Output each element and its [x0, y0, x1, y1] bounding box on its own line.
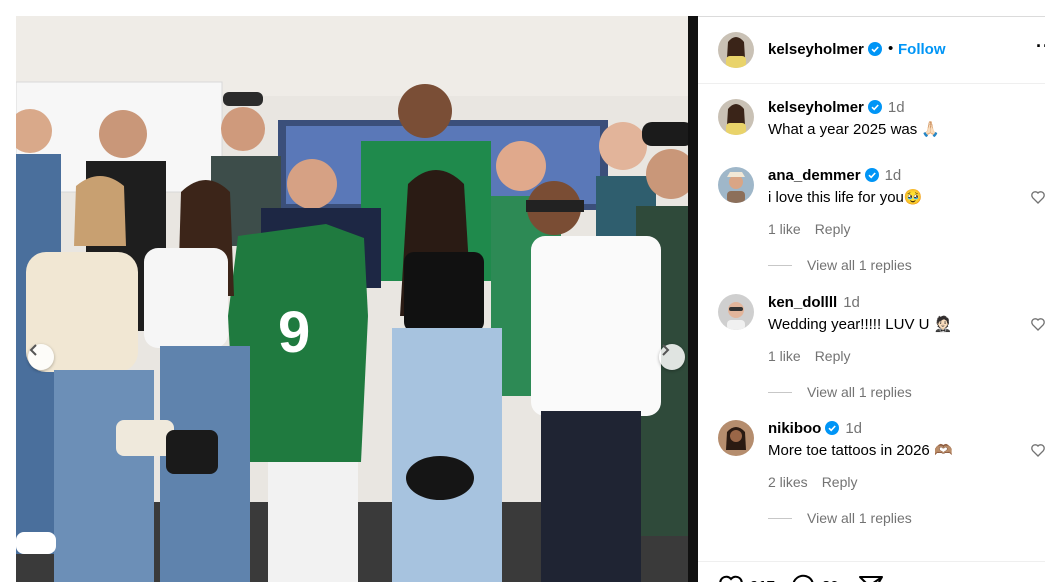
comment-text: Wedding year!!!!! LUV U 🤵🏻 [768, 315, 952, 333]
comment-meta: 1 like Reply [768, 221, 864, 237]
comment-count: 20 [822, 578, 839, 582]
comment-username[interactable]: kelseyholmer 1d [768, 99, 905, 116]
author-username-text: kelseyholmer [768, 41, 864, 58]
heart-icon[interactable] [1030, 316, 1045, 332]
comment-username[interactable]: nikiboo 1d [768, 420, 862, 437]
comment-likes[interactable]: 1 like [768, 221, 801, 237]
comment-emoji: 🥹 [903, 189, 923, 206]
previous-photo-button[interactable] [28, 344, 54, 370]
comment-time: 1d [845, 420, 863, 437]
view-replies-label: View all 1 replies [807, 257, 912, 273]
comment-emoji: 🤵🏻 [933, 316, 953, 333]
group-photo-illustration: 9 [16, 16, 698, 582]
view-replies-button[interactable]: View all 1 replies [768, 384, 912, 400]
chevron-right-icon [662, 344, 670, 356]
post-header: kelseyholmer • Follow ··· [698, 16, 1045, 84]
commenter-avatar[interactable] [718, 167, 754, 203]
comment-text: What a year 2025 was 🙏🏻 [768, 120, 940, 138]
comment-text: More toe tattoos in 2026 🫶🏽 [768, 441, 953, 459]
share-icon [859, 576, 883, 582]
comment-likes[interactable]: 1 like [768, 348, 801, 364]
like-button[interactable]: 917 [718, 574, 775, 582]
post-photo[interactable]: 9 [16, 16, 698, 582]
author-avatar[interactable] [718, 32, 754, 68]
comment-username[interactable]: ken_dollll 1d [768, 294, 860, 311]
action-bar: 917 20 [698, 561, 1045, 582]
comment-meta: 1 like Reply [768, 348, 864, 364]
more-options-button[interactable]: ··· [1036, 36, 1045, 57]
comment-time: 1d [843, 294, 860, 311]
view-replies-label: View all 1 replies [807, 510, 912, 526]
comment-emoji: 🫶🏽 [933, 442, 953, 459]
header-separator: • [888, 40, 894, 57]
view-replies-label: View all 1 replies [807, 384, 912, 400]
verified-icon [864, 168, 879, 182]
verified-icon [867, 100, 882, 114]
comment-time: 1d [884, 167, 902, 184]
caption-avatar[interactable] [718, 99, 754, 135]
comment-text-body: Wedding year!!!!! LUV U [768, 316, 930, 333]
next-photo-button[interactable] [659, 344, 685, 370]
comment-username-text: kelseyholmer [768, 99, 864, 116]
comment-username-text: ken_dollll [768, 294, 838, 311]
comment-emoji: 🙏🏻 [921, 121, 941, 138]
replies-divider [768, 264, 792, 266]
reply-button[interactable]: Reply [815, 348, 851, 364]
commenter-avatar[interactable] [718, 294, 754, 330]
comment-username[interactable]: ana_demmer 1d [768, 167, 901, 184]
like-count: 917 [750, 578, 775, 582]
author-username[interactable]: kelseyholmer [768, 41, 882, 58]
comment-time: 1d [887, 99, 905, 116]
view-replies-button[interactable]: View all 1 replies [768, 510, 912, 526]
svg-text:9: 9 [278, 300, 310, 365]
reply-button[interactable]: Reply [815, 221, 851, 237]
share-button[interactable] [858, 574, 884, 582]
verified-icon [867, 42, 882, 56]
follow-button[interactable]: Follow [898, 41, 946, 58]
replies-divider [768, 517, 792, 519]
comment-username-text: nikiboo [768, 420, 822, 437]
sidebar-top-border [698, 16, 1045, 17]
comment-text-body: i love this life for you [768, 189, 904, 206]
comment-meta: 2 likes Reply [768, 474, 871, 490]
heart-icon [719, 575, 743, 582]
chevron-left-icon [29, 344, 37, 356]
comment-text-body: More toe tattoos in 2026 [768, 442, 930, 459]
comment-button[interactable]: 20 [790, 574, 839, 582]
view-replies-button[interactable]: View all 1 replies [768, 257, 912, 273]
comment-likes[interactable]: 2 likes [768, 474, 808, 490]
comment-text: i love this life for you🥹 [768, 188, 923, 206]
reply-button[interactable]: Reply [822, 474, 858, 490]
comment-text-body: What a year 2025 was [768, 121, 918, 138]
comment-icon [792, 574, 814, 582]
heart-icon[interactable] [1030, 442, 1045, 458]
post-sidebar: kelseyholmer • Follow ··· kelseyholmer 1d… [698, 16, 1045, 582]
media-edge [688, 16, 698, 582]
verified-icon [825, 421, 840, 435]
comment-username-text: ana_demmer [768, 167, 861, 184]
replies-divider [768, 391, 792, 393]
heart-icon[interactable] [1030, 189, 1045, 205]
commenter-avatar[interactable] [718, 420, 754, 456]
